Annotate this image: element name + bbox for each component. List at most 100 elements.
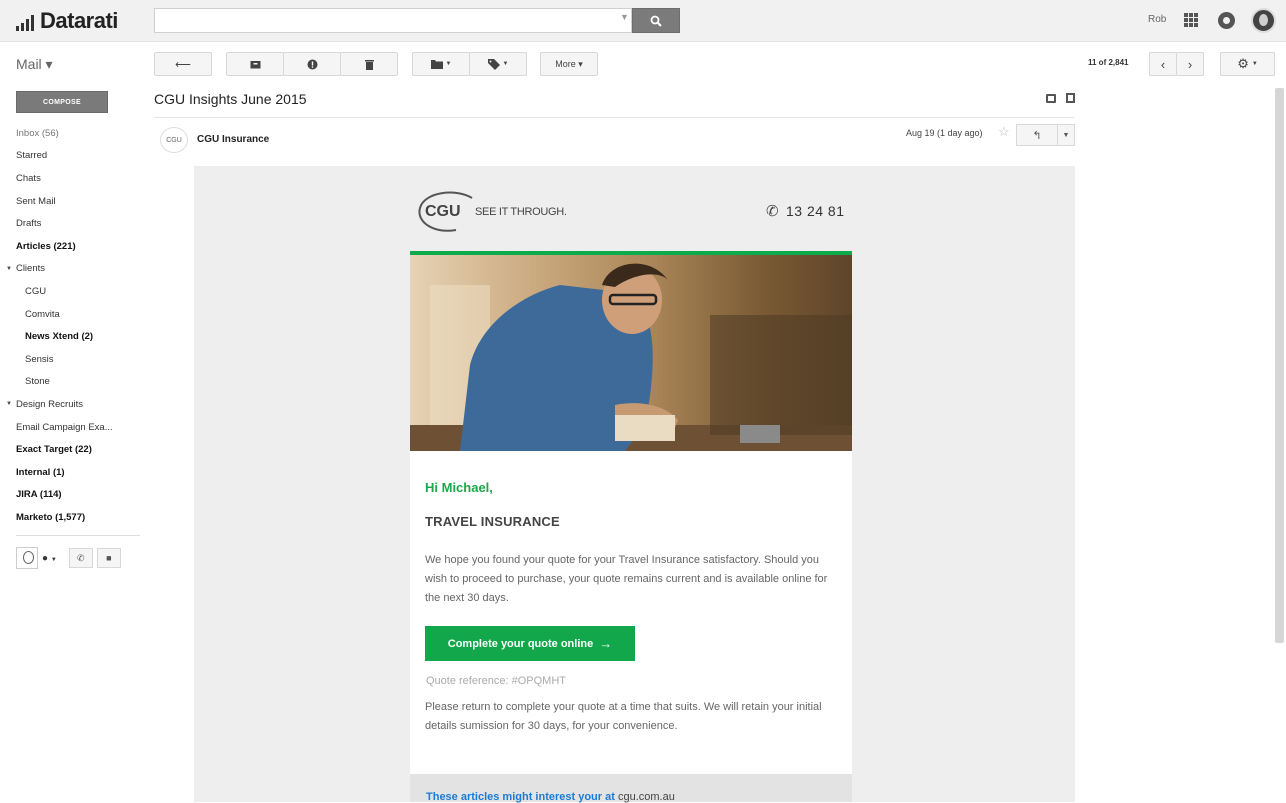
complete-quote-button[interactable]: Complete your quote online → [425,626,635,661]
newer-button[interactable]: ‹ [1149,52,1177,76]
chevron-left-icon: ‹ [1160,56,1166,72]
email-heading: TRAVEL INSURANCE [425,514,560,529]
sidebar-item-chats[interactable]: Chats [0,167,140,190]
search-icon [650,15,662,27]
chat-controls: ● ▼ ✆ ■ [16,546,128,570]
sender-name[interactable]: CGU Insurance [197,134,269,145]
more-button[interactable]: More ▾ [540,52,598,76]
sidebar-item-label: Comvita [25,308,60,320]
greeting: Hi Michael, [425,480,493,495]
sidebar-item-sensis[interactable]: Sensis [0,348,140,371]
craftsman-illustration [410,263,852,451]
sidebar-item-label: Sensis [25,353,54,365]
mail-dropdown[interactable]: Mail ▾ [16,56,53,73]
reply-button[interactable]: ↰ [1016,124,1058,146]
report-spam-button[interactable] [283,52,341,76]
sidebar-item-marketo[interactable]: Marketo (1,577) [0,506,140,529]
sidebar-item-label: News Xtend (2) [25,331,94,343]
sidebar-item-articles[interactable]: Articles (221) [0,235,140,258]
sidebar-item-label: Exact Target (22) [16,444,92,456]
chat-avatar[interactable] [16,547,38,569]
sidebar-item-sent-mail[interactable]: Sent Mail [0,190,140,213]
new-window-icon[interactable] [1066,93,1075,103]
back-button[interactable]: ⟵ [154,52,212,76]
sidebar-item-jira[interactable]: JIRA (114) [0,484,140,507]
top-bar: Datarati ▼ Rob [0,0,1286,42]
phone-number[interactable]: 13 24 81 [786,203,845,219]
search-options-caret-icon[interactable]: ▼ [620,12,629,22]
sidebar-item-drafts[interactable]: Drafts [0,212,140,235]
sidebar-item-label: Articles (221) [16,240,76,252]
chat-status-icon[interactable]: ● ▼ [42,553,57,564]
message-more-button[interactable]: ▼ [1057,124,1075,146]
sidebar-item-clients[interactable]: ▼ Clients [0,258,140,281]
sidebar-nav: Inbox (56) Starred Chats Sent Mail Draft… [0,122,140,529]
video-camera-icon: ■ [106,553,112,563]
delete-button[interactable] [340,52,398,76]
sidebar-divider [16,535,140,536]
message-subject: CGU Insights June 2015 [154,91,307,107]
star-icon[interactable]: ☆ [998,124,1010,140]
sidebar-item-inbox[interactable]: Inbox (56) [0,122,140,145]
cgu-brand-text: CGU [425,203,461,220]
collapse-triangle-icon[interactable]: ▼ [6,401,12,407]
pagination-text: 11 of 2,841 [1088,58,1129,67]
chevron-right-icon: › [1187,56,1193,72]
compose-button[interactable]: COMPOSE [16,91,108,113]
sidebar-item-label: Marketo (1,577) [16,511,86,523]
cgu-tagline: SEE IT THROUGH. [475,206,567,218]
older-button[interactable]: › [1176,52,1204,76]
sidebar-item-comvita[interactable]: Comvita [0,303,140,326]
sidebar-item-label: Drafts [16,218,42,230]
sidebar-item-internal[interactable]: Internal (1) [0,461,140,484]
settings-button[interactable]: ⚙ ▼ [1220,52,1275,76]
account-avatar[interactable] [1251,8,1276,33]
articles-text: These articles might interest your at [426,791,615,803]
labels-button[interactable]: ▼ [469,52,527,76]
sidebar-item-stone[interactable]: Stone [0,371,140,394]
articles-heading[interactable]: These articles might interest your at cg… [426,791,675,803]
notifications-icon[interactable] [1218,12,1235,29]
collapse-triangle-icon[interactable]: ▼ [6,266,12,272]
print-icon[interactable] [1046,94,1056,103]
sidebar-item-exact-target[interactable]: Exact Target (22) [0,438,140,461]
delete-icon [364,59,374,70]
search-button[interactable] [632,8,680,33]
user-name[interactable]: Rob [1148,14,1166,25]
logo-text: Datarati [40,8,118,33]
header-divider [154,117,1074,118]
message-date: Aug 19 (1 day ago) [906,128,983,138]
sidebar-item-label: Chats [16,172,41,184]
label-icon [487,58,500,70]
phone-call-button[interactable]: ✆ [68,548,93,568]
sidebar-item-starred[interactable]: Starred [0,145,140,168]
phone-icon: ✆ [766,203,779,220]
sidebar-item-label: CGU [25,285,47,297]
move-to-button[interactable]: ▼ [412,52,470,76]
sidebar-item-cgu[interactable]: CGU [0,280,140,303]
sidebar-item-email-campaign[interactable]: Email Campaign Exa... [0,416,140,439]
articles-site-link[interactable]: cgu.com.au [618,791,675,803]
sidebar-item-label: JIRA (114) [16,489,62,501]
chevron-down-icon: ▼ [1062,131,1070,139]
apps-icon[interactable] [1184,13,1198,27]
app-logo[interactable]: Datarati [16,8,118,34]
retain-paragraph: Please return to complete your quote at … [425,701,822,732]
sidebar-item-label: Starred [16,150,48,162]
sidebar-item-news-xtend[interactable]: News Xtend (2) [0,325,140,348]
scrollbar[interactable] [1275,88,1284,643]
sidebar-item-label: Inbox (56) [16,127,59,139]
video-call-button[interactable]: ■ [96,548,121,568]
reply-arrow-icon: ↰ [1032,129,1042,142]
cta-label: Complete your quote online [447,637,594,650]
back-arrow-icon: ⟵ [175,58,191,71]
sidebar-item-design-recruits[interactable]: ▼ Design Recruits [0,393,140,416]
archive-button[interactable] [226,52,284,76]
quote-reference: Quote reference: #OPQMHT [426,675,566,687]
sidebar-item-label: Stone [25,376,50,388]
hero-image [410,255,852,451]
arrow-right-icon: → [599,636,613,651]
sidebar-item-label: Internal (1) [16,466,65,478]
search-input[interactable] [154,8,632,33]
logo-bars-icon [16,15,34,31]
